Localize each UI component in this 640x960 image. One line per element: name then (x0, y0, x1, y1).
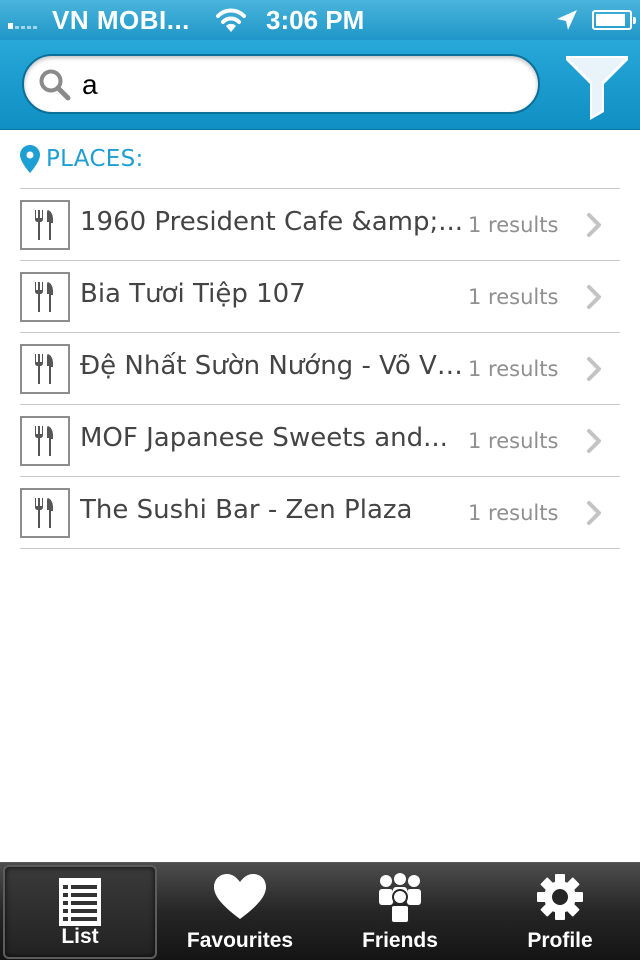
fork-knife-icon (20, 272, 70, 322)
chevron-right-icon (587, 429, 601, 453)
location-arrow-icon (557, 10, 577, 30)
fork-knife-icon (20, 488, 70, 538)
chevron-right-icon (587, 213, 601, 237)
result-count: 1 results (468, 501, 559, 525)
fork-knife-icon (20, 200, 70, 250)
tab-label: Friends (362, 929, 438, 952)
result-count: 1 results (468, 285, 559, 309)
place-name: 1960 President Cafe &amp;... (80, 207, 464, 237)
places-list: 1960 President Cafe &amp;... 1 results B… (20, 188, 620, 549)
place-name: The Sushi Bar - Zen Plaza (80, 495, 413, 525)
result-count: 1 results (468, 357, 559, 381)
chevron-right-icon (587, 285, 601, 309)
search-icon (39, 69, 71, 101)
clock: 3:06 PM (266, 5, 365, 35)
carrier-name: VN MOBI... (52, 5, 190, 35)
wifi-icon (216, 8, 246, 32)
friends-icon (379, 873, 421, 923)
search-box[interactable] (22, 54, 540, 114)
search-header (0, 40, 640, 130)
gear-icon (537, 874, 583, 920)
list-item[interactable]: 1960 President Cafe &amp;... 1 results (20, 189, 620, 261)
place-name: Đệ Nhất Sườn Nướng - Võ Vă... (80, 351, 470, 381)
filter-icon[interactable] (562, 50, 632, 120)
place-name: Bia Tươi Tiệp 107 (80, 279, 306, 309)
list-icon (59, 878, 101, 926)
list-item[interactable]: Bia Tươi Tiệp 107 1 results (20, 261, 620, 333)
tab-label: List (61, 925, 99, 948)
list-item[interactable]: The Sushi Bar - Zen Plaza 1 results (20, 477, 620, 549)
chevron-right-icon (587, 501, 601, 525)
map-pin-icon (20, 145, 40, 173)
section-title: PLACES: (46, 146, 144, 172)
tab-profile[interactable]: Profile (480, 863, 640, 960)
chevron-right-icon (587, 357, 601, 381)
tab-label: Profile (527, 929, 593, 952)
battery-level-fill (596, 14, 625, 26)
signal-strength-icon (8, 13, 37, 29)
place-name: MOF Japanese Sweets and... (80, 423, 448, 453)
tab-friends[interactable]: Friends (320, 863, 480, 960)
status-bar: VN MOBI... 3:06 PM (0, 0, 640, 40)
result-count: 1 results (468, 429, 559, 453)
tab-label: Favourites (186, 929, 294, 952)
battery-icon (592, 10, 636, 30)
search-input[interactable] (82, 66, 522, 104)
list-item[interactable]: MOF Japanese Sweets and... 1 results (20, 405, 620, 477)
list-item[interactable]: Đệ Nhất Sườn Nướng - Võ Vă... 1 results (20, 333, 620, 405)
fork-knife-icon (20, 344, 70, 394)
heart-icon (214, 874, 266, 919)
fork-knife-icon (20, 416, 70, 466)
tab-list[interactable]: List (3, 865, 157, 959)
tab-favourites[interactable]: Favourites (160, 863, 320, 960)
section-header: PLACES: (20, 144, 144, 174)
tab-bar: List Favourites Friends Profile (0, 862, 640, 960)
result-count: 1 results (468, 213, 559, 237)
